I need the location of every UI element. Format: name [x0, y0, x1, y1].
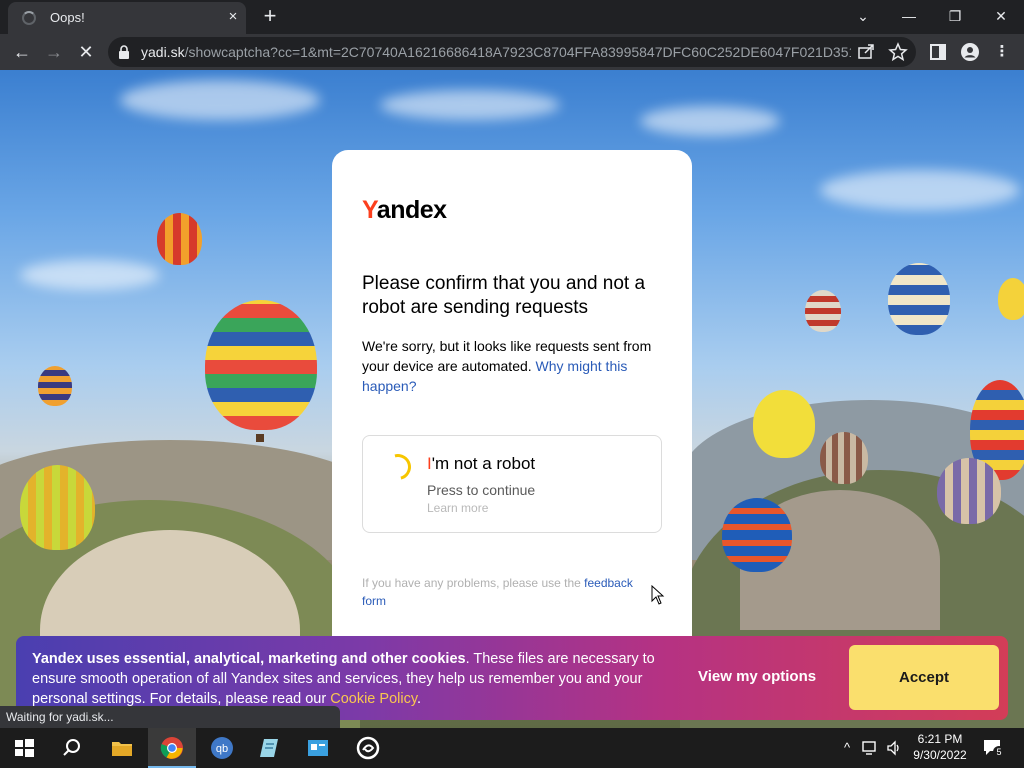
app-icon	[356, 736, 380, 760]
hot-air-balloon	[157, 213, 202, 265]
feedback-note: If you have any problems, please use the…	[362, 576, 633, 608]
show-hidden-icons-button[interactable]: ^	[836, 728, 858, 768]
captcha-heading: Please confirm that you and not a robot …	[362, 273, 646, 318]
tab-close-icon[interactable]: ×	[224, 8, 242, 26]
search-icon	[63, 739, 80, 756]
browser-toolbar: ← → ✕ yadi.sk/showcaptcha?cc=1&mt=2C7074…	[0, 34, 1024, 70]
control-panel-button[interactable]	[294, 728, 342, 768]
hot-air-balloon	[937, 458, 1001, 524]
captcha-card: Yandex Please confirm that you and not a…	[332, 150, 692, 670]
clock-time: 6:21 PM	[917, 732, 963, 746]
share-icon[interactable]	[856, 42, 876, 62]
forward-button[interactable]: →	[40, 38, 68, 66]
hot-air-balloon	[753, 390, 815, 458]
cloud	[380, 90, 560, 120]
qbittorrent-button[interactable]: qb	[198, 728, 246, 768]
windows-logo-icon	[15, 739, 34, 757]
menu-kebab-icon[interactable]: ⋮	[992, 42, 1012, 62]
address-bar[interactable]: yadi.sk/showcaptcha?cc=1&mt=2C70740A1621…	[108, 37, 916, 67]
file-explorer-button[interactable]	[98, 728, 146, 768]
hot-air-balloon	[205, 300, 317, 430]
side-panel-icon[interactable]	[928, 42, 948, 62]
bookmark-star-icon[interactable]	[888, 42, 908, 62]
action-center-button[interactable]: 5	[982, 738, 1005, 758]
robot-title: I'm not a robot	[427, 454, 536, 473]
chrome-icon	[160, 737, 183, 759]
mouse-cursor-icon	[651, 585, 665, 605]
notepad-button[interactable]	[246, 728, 294, 768]
hot-air-balloon	[722, 498, 792, 572]
profile-icon[interactable]	[960, 42, 980, 62]
notepad-icon	[260, 739, 278, 757]
url-text[interactable]: yadi.sk/showcaptcha?cc=1&mt=2C70740A1621…	[141, 44, 851, 60]
hot-air-balloon	[888, 263, 950, 335]
windows-taskbar: qb ^ 6:21 PM 9/30/2022 5	[0, 728, 1024, 768]
qbittorrent-icon: qb	[211, 737, 233, 759]
accept-button[interactable]: Accept	[849, 645, 999, 710]
back-button[interactable]: ←	[8, 38, 36, 66]
yandex-logo: Yandex	[362, 196, 447, 224]
not-a-robot-checkbox[interactable]: I'm not a robot Press to continue Learn …	[362, 435, 662, 533]
hot-air-balloon	[998, 278, 1024, 320]
view-options-button[interactable]: View my options	[698, 668, 816, 685]
tab-title: Oops!	[50, 10, 85, 25]
learn-more-link[interactable]: Learn more	[427, 501, 488, 515]
network-icon[interactable]	[862, 740, 880, 756]
tab-search-button[interactable]: ⌄	[840, 4, 886, 28]
cloud	[20, 260, 160, 290]
hot-air-balloon	[805, 290, 841, 332]
clock-date: 9/30/2022	[913, 748, 967, 762]
cookie-policy-link[interactable]: Cookie Policy	[330, 691, 417, 707]
tab-oops[interactable]: Oops! ×	[8, 2, 246, 34]
captcha-description: We're sorry, but it looks like requests …	[362, 338, 652, 394]
close-window-button[interactable]: ✕	[978, 4, 1024, 28]
hot-air-balloon	[20, 465, 95, 550]
hot-air-balloon	[820, 432, 868, 484]
page-viewport: Yandex Please confirm that you and not a…	[0, 70, 1024, 728]
control-panel-icon	[308, 740, 328, 756]
robot-subtitle: Press to continue	[427, 482, 536, 498]
new-tab-button[interactable]: +	[258, 5, 282, 29]
notification-count-badge: 5	[993, 746, 1005, 758]
loading-spinner-icon	[22, 11, 36, 25]
tab-strip: Oops! × + ⌄ — ❐ ✕	[0, 0, 1024, 34]
cloud	[640, 106, 780, 136]
system-clock[interactable]: 6:21 PM 9/30/2022	[905, 731, 975, 763]
stop-loading-button[interactable]: ✕	[72, 38, 100, 66]
folder-icon	[112, 742, 132, 756]
cloud	[820, 170, 1020, 210]
search-button[interactable]	[48, 728, 96, 768]
chrome-button[interactable]	[148, 728, 196, 768]
start-button[interactable]	[0, 728, 48, 768]
minimize-button[interactable]: —	[886, 4, 932, 28]
status-bubble: Waiting for yadi.sk...	[0, 706, 340, 728]
lock-icon[interactable]	[118, 45, 130, 59]
balloon-basket	[256, 434, 264, 442]
app-button[interactable]	[344, 728, 392, 768]
cloud	[120, 80, 320, 120]
loading-spinner-icon	[380, 449, 416, 485]
svg-text:qb: qb	[216, 743, 228, 755]
volume-icon[interactable]	[886, 740, 902, 756]
hot-air-balloon	[38, 366, 72, 406]
cookie-text: Yandex uses essential, analytical, marke…	[32, 651, 655, 707]
restore-button[interactable]: ❐	[932, 4, 978, 28]
